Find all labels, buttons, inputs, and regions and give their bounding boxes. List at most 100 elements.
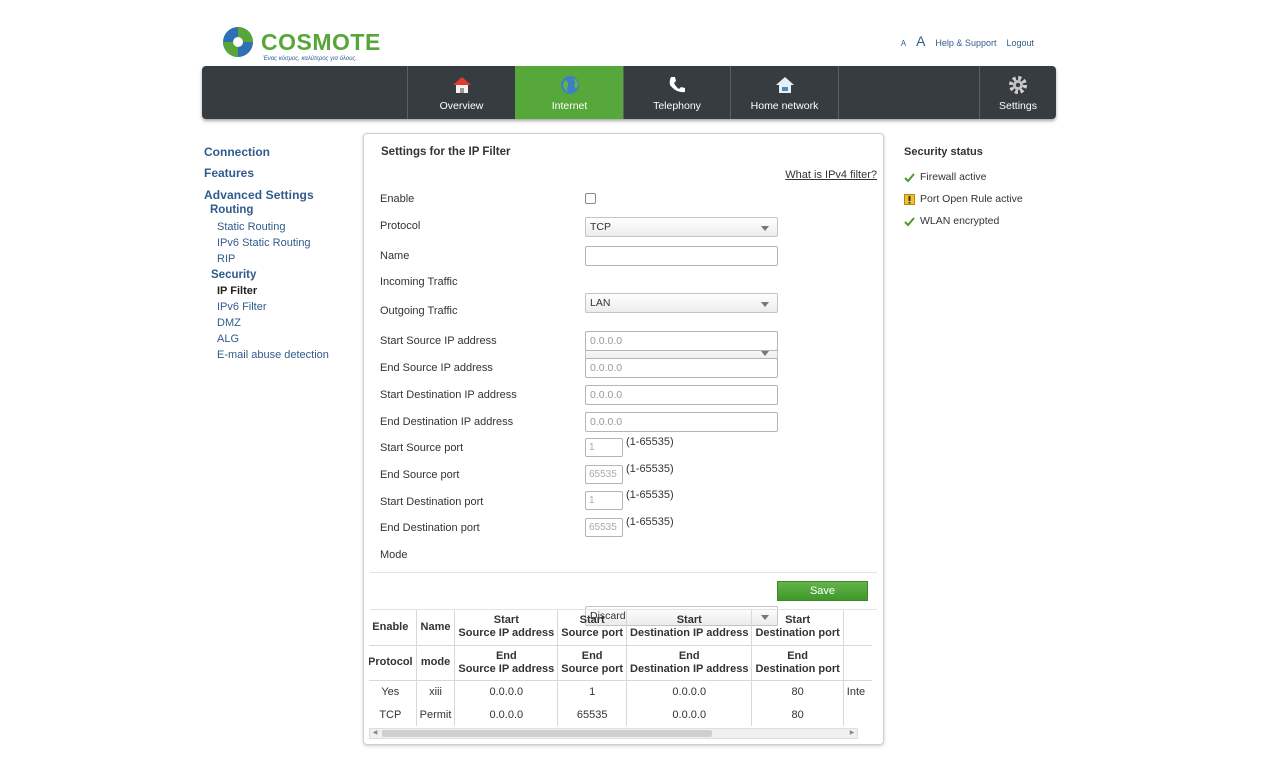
table-cell: Permit	[415, 703, 455, 726]
col-header-name: Name	[415, 610, 455, 646]
start-destination-port-field: 1 (1-65535)	[585, 489, 674, 510]
table-cell: xiii	[415, 680, 455, 703]
col-header-start-source-ip: Start Source IP address	[454, 610, 558, 646]
table-row[interactable]: Yes xiii 0.0.0.0 1 0.0.0.0 80 Inte	[369, 680, 872, 703]
save-button[interactable]: Save	[777, 581, 868, 601]
start-destination-port-input[interactable]: 1	[585, 491, 623, 510]
house-icon	[452, 77, 471, 93]
table-cell: TCP	[379, 708, 402, 721]
protocol-select[interactable]: TCP	[585, 217, 778, 237]
start-destination-ip-input[interactable]: 0.0.0.0	[585, 385, 778, 405]
protocol-label: Protocol	[380, 220, 421, 232]
table-cell: 1	[557, 680, 627, 703]
start-source-port-field: 1 (1-65535)	[585, 436, 674, 457]
help-support-link[interactable]: Help & Support	[935, 38, 996, 48]
col-header-protocol: Protocol	[369, 645, 417, 681]
col-header-end-source-port: End Source port	[557, 645, 627, 681]
end-source-ip-label: End Source IP address	[380, 362, 493, 374]
table-cell: Yes	[381, 685, 400, 698]
scroll-right-icon[interactable]: ▶	[847, 729, 857, 738]
panel-title: Settings for the IP Filter	[381, 146, 511, 158]
font-small-button[interactable]: A	[901, 39, 906, 48]
mode-label: Mode	[380, 549, 408, 561]
filter-rules-table-container: Enable Name Start Source IP address Star…	[369, 610, 876, 729]
divider	[370, 572, 877, 573]
sidebar-item-ipv6-static-routing[interactable]: IPv6 Static Routing	[217, 237, 311, 249]
ip-filter-panel: Settings for the IP Filter What is IPv4 …	[363, 133, 884, 745]
phone-icon	[669, 77, 685, 93]
sidebar-item-ipv6-filter[interactable]: IPv6 Filter	[217, 301, 267, 313]
col-header-enable: Enable	[369, 610, 417, 646]
font-big-button[interactable]: A	[916, 33, 925, 49]
start-source-ip-input[interactable]: 0.0.0.0	[585, 331, 778, 351]
sidebar-item-features[interactable]: Features	[204, 166, 254, 180]
status-firewall-label: Firewall active	[920, 171, 987, 183]
chevron-down-icon	[761, 302, 769, 307]
nav-spacer	[838, 66, 979, 119]
protocol-value: TCP	[590, 221, 611, 233]
nav-overview[interactable]: Overview	[407, 66, 515, 119]
scroll-left-icon[interactable]: ◀	[370, 729, 380, 738]
col-header-start-destination-port: Start Destination port	[751, 610, 844, 646]
warning-icon	[904, 193, 915, 205]
status-firewall: Firewall active	[904, 166, 1074, 188]
end-source-port-range: (1-65535)	[626, 463, 674, 475]
table-row[interactable]: TCP Permit 0.0.0.0 65535 0.0.0.0 80	[369, 703, 872, 726]
nav-settings[interactable]: Settings	[979, 66, 1056, 119]
scrollbar-thumb[interactable]	[382, 730, 712, 737]
end-destination-port-label: End Destination port	[380, 522, 480, 534]
brand-tagline: Ένας κόσμος, καλύτερος για όλους.	[263, 56, 357, 62]
end-source-ip-input[interactable]: 0.0.0.0	[585, 358, 778, 378]
nav-internet[interactable]: Internet	[515, 66, 623, 119]
enable-checkbox[interactable]	[585, 193, 596, 204]
end-source-port-label: End Source port	[380, 469, 460, 481]
col-header-extra	[842, 645, 872, 681]
ipv4-filter-help-link[interactable]: What is IPv4 filter?	[785, 169, 877, 181]
nav-settings-label: Settings	[999, 100, 1037, 112]
sidebar-item-routing[interactable]: Routing	[210, 204, 253, 216]
security-status-title: Security status	[904, 146, 983, 158]
col-header-end-destination-port: End Destination port	[751, 645, 844, 681]
sidebar-item-static-routing[interactable]: Static Routing	[217, 221, 285, 233]
sidebar-item-connection[interactable]: Connection	[204, 145, 270, 159]
sidebar-item-ip-filter[interactable]: IP Filter	[217, 285, 257, 297]
enable-checkbox-box[interactable]	[585, 193, 596, 204]
sidebar-item-dmz[interactable]: DMZ	[217, 317, 241, 329]
nav-home-network[interactable]: Home network	[730, 66, 838, 119]
sidebar-item-security[interactable]: Security	[211, 269, 256, 281]
start-source-port-label: Start Source port	[380, 442, 464, 454]
col-header-extra	[842, 610, 872, 646]
nav-internet-label: Internet	[551, 100, 588, 112]
col-header-start-destination-ip: Start Destination IP address	[626, 610, 752, 646]
nav-telephony-label: Telephony	[653, 100, 701, 112]
start-destination-ip-label: Start Destination IP address	[380, 389, 517, 401]
table-horizontal-scrollbar[interactable]: ◀ ▶	[369, 728, 858, 739]
sidebar-item-alg[interactable]: ALG	[217, 333, 239, 345]
brand-name: COSMOTE	[261, 29, 381, 55]
col-header-mode: mode	[415, 645, 455, 681]
end-destination-ip-input[interactable]: 0.0.0.0	[585, 412, 778, 432]
start-source-port-input[interactable]: 1	[585, 438, 623, 457]
incoming-traffic-value: LAN	[590, 297, 611, 309]
sidebar-item-rip[interactable]: RIP	[217, 253, 235, 265]
incoming-traffic-label: Incoming Traffic	[380, 276, 458, 288]
globe-icon	[560, 76, 579, 94]
status-port-open-rule-label: Port Open Rule active	[920, 193, 1023, 205]
gear-icon	[1009, 76, 1027, 94]
incoming-traffic-select[interactable]: LAN	[585, 293, 778, 313]
start-destination-port-range: (1-65535)	[626, 489, 674, 501]
status-wlan-label: WLAN encrypted	[920, 215, 1000, 227]
chevron-down-icon	[761, 351, 769, 356]
nav-telephony[interactable]: Telephony	[623, 66, 730, 119]
sidebar-item-advanced-settings[interactable]: Advanced Settings	[204, 188, 314, 202]
cosmote-logo: COSMOTE Ένας κόσμος, καλύτερος για όλους…	[221, 25, 381, 67]
end-destination-port-input[interactable]: 65535	[585, 518, 623, 537]
name-input[interactable]	[585, 246, 778, 266]
top-links: A A Help & Support Logout	[901, 33, 1034, 49]
main-nav: Overview Internet Telephony Home network…	[202, 66, 1056, 119]
chevron-down-icon	[761, 226, 769, 231]
outgoing-traffic-label: Outgoing Traffic	[380, 305, 458, 317]
logout-link[interactable]: Logout	[1006, 38, 1034, 48]
end-source-port-input[interactable]: 65535	[585, 465, 623, 484]
sidebar-item-email-abuse[interactable]: E-mail abuse detection	[217, 349, 329, 361]
